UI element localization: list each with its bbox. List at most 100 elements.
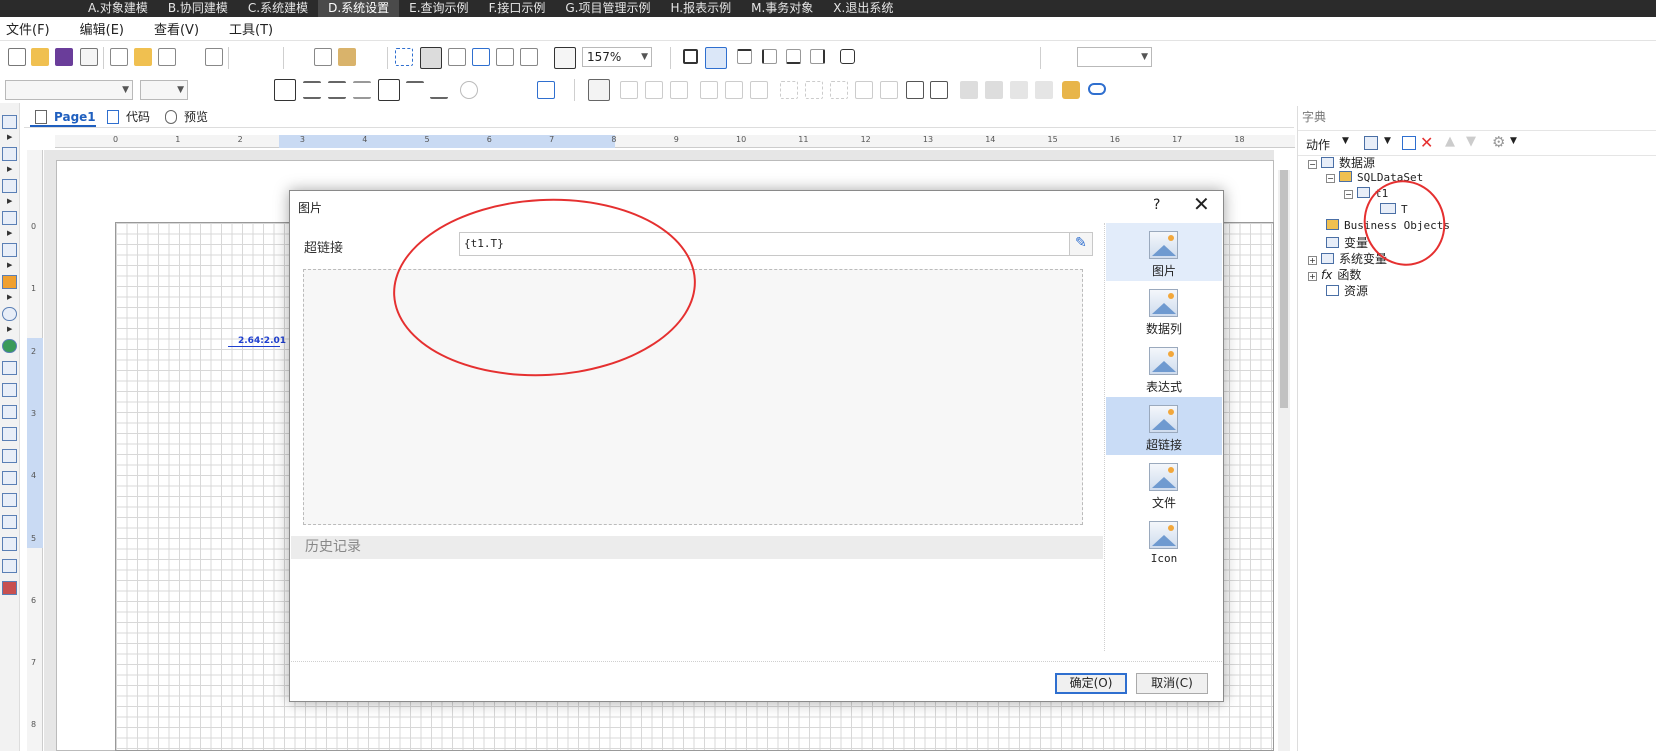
format-icon[interactable] bbox=[537, 81, 555, 99]
same-height-icon[interactable] bbox=[805, 81, 823, 99]
cross-band-icon[interactable] bbox=[2, 147, 17, 161]
save-icon[interactable] bbox=[55, 48, 73, 66]
top-nav-tab-query-examples[interactable]: E.查询示例 bbox=[399, 0, 478, 17]
align-left-icon[interactable] bbox=[274, 79, 296, 101]
sub-report-icon[interactable] bbox=[2, 449, 17, 463]
open-folder-icon[interactable] bbox=[31, 48, 49, 66]
zip-code-icon[interactable] bbox=[2, 537, 17, 551]
align-grid-icon[interactable] bbox=[448, 48, 466, 66]
font-family-select[interactable]: ▼ bbox=[5, 80, 133, 100]
tree-item-datasource[interactable]: − 数据源 bbox=[1308, 154, 1375, 171]
history-header[interactable]: 历史记录 bbox=[291, 536, 1103, 559]
align-lefts-icon[interactable] bbox=[620, 81, 638, 99]
menu-view[interactable]: 查看(V) bbox=[148, 19, 205, 38]
component-icon[interactable] bbox=[906, 81, 924, 99]
top-nav-tab-exit[interactable]: X.退出系统 bbox=[823, 0, 903, 17]
tab-page1[interactable]: Page1 bbox=[30, 107, 96, 127]
align-rights-icon[interactable] bbox=[670, 81, 688, 99]
border-all-icon[interactable] bbox=[683, 49, 698, 64]
new-file-icon[interactable] bbox=[8, 48, 26, 66]
zoom-select[interactable]: 157% ▼ bbox=[582, 47, 652, 67]
gear-icon[interactable]: ⚙ bbox=[1492, 133, 1505, 151]
tree-item-variables[interactable]: 变量 bbox=[1326, 234, 1368, 251]
text-icon[interactable] bbox=[2, 361, 17, 375]
show-grid-icon[interactable] bbox=[420, 47, 442, 69]
move-forward-icon[interactable] bbox=[1010, 81, 1028, 99]
align-centers-icon[interactable] bbox=[645, 81, 663, 99]
border-top-icon[interactable] bbox=[737, 49, 752, 64]
page-icon[interactable] bbox=[158, 48, 176, 66]
source-icon[interactable]: Icon bbox=[1106, 513, 1222, 571]
chart-icon[interactable] bbox=[2, 275, 17, 289]
menu-edit[interactable]: 编辑(E) bbox=[74, 19, 130, 38]
top-nav-tab-project-examples[interactable]: G.项目管理示例 bbox=[555, 0, 660, 17]
font-size-select[interactable]: ▼ bbox=[140, 80, 188, 100]
picture-icon[interactable] bbox=[2, 559, 17, 573]
align-right-icon[interactable] bbox=[328, 81, 346, 99]
order-icon[interactable] bbox=[520, 48, 538, 66]
source-data-column[interactable]: 数据列 bbox=[1106, 281, 1222, 339]
arrow-down-icon[interactable]: ▼ bbox=[1466, 134, 1476, 149]
action-menu[interactable]: 动作 bbox=[1306, 136, 1330, 153]
edit-expression-button[interactable]: ✎ bbox=[1069, 232, 1093, 256]
tree-item-functions[interactable]: + fx 函数 bbox=[1308, 266, 1361, 283]
container-icon[interactable] bbox=[930, 81, 948, 99]
print-preview-icon[interactable] bbox=[80, 48, 98, 66]
edit-icon[interactable] bbox=[1402, 136, 1416, 150]
cancel-button[interactable]: 取消(C) bbox=[1136, 673, 1208, 694]
align-center-icon[interactable] bbox=[303, 81, 321, 99]
help-button[interactable]: ? bbox=[1153, 197, 1160, 213]
arrow-up-icon[interactable]: ▲ bbox=[1445, 134, 1455, 149]
align-top-icon[interactable] bbox=[378, 79, 400, 101]
scrollbar-thumb[interactable] bbox=[1280, 170, 1288, 408]
align-tops-icon[interactable] bbox=[700, 81, 718, 99]
paste-icon[interactable] bbox=[338, 48, 356, 66]
copy-page-icon[interactable] bbox=[205, 48, 223, 66]
align-middles-icon[interactable] bbox=[725, 81, 743, 99]
center-horizontally-icon[interactable] bbox=[855, 81, 873, 99]
top-nav-tab-transaction-objects[interactable]: M.事务对象 bbox=[741, 0, 823, 17]
same-size-icon[interactable] bbox=[830, 81, 848, 99]
panel-icon[interactable] bbox=[2, 179, 17, 193]
top-nav-tab-system-modeling[interactable]: C.系统建模 bbox=[238, 0, 318, 17]
barcode-icon[interactable] bbox=[2, 211, 17, 225]
align-middle-icon[interactable] bbox=[406, 81, 424, 99]
menu-file[interactable]: 文件(F) bbox=[0, 19, 56, 38]
ok-button[interactable]: 确定(O) bbox=[1055, 673, 1127, 694]
source-file[interactable]: 文件 bbox=[1106, 455, 1222, 513]
cross-tab-icon[interactable] bbox=[2, 493, 17, 507]
tree-item-resources[interactable]: 资源 bbox=[1326, 282, 1368, 299]
layout-icon[interactable] bbox=[496, 48, 514, 66]
map-icon[interactable] bbox=[2, 339, 17, 353]
border-outer-icon[interactable] bbox=[705, 47, 727, 69]
top-nav-tab-system-settings[interactable]: D.系统设置 bbox=[318, 0, 400, 17]
page-setup-icon[interactable] bbox=[110, 48, 128, 66]
snap-icon[interactable] bbox=[554, 47, 576, 69]
align-bottoms-icon[interactable] bbox=[750, 81, 768, 99]
image-icon[interactable] bbox=[2, 427, 17, 441]
border-left-icon[interactable] bbox=[762, 49, 777, 64]
center-vertically-icon[interactable] bbox=[880, 81, 898, 99]
top-nav-tab-collab-modeling[interactable]: B.协同建模 bbox=[158, 0, 238, 17]
checkbox-icon[interactable] bbox=[2, 515, 17, 529]
delete-icon[interactable]: ✕ bbox=[1420, 133, 1433, 152]
canvas-scrollbar[interactable] bbox=[1278, 170, 1290, 751]
style-select[interactable]: ▼ bbox=[1077, 47, 1152, 67]
lock-icon[interactable] bbox=[1062, 81, 1080, 99]
text-in-cells-icon[interactable] bbox=[2, 383, 17, 397]
copy-icon[interactable] bbox=[314, 48, 332, 66]
source-expression[interactable]: 表达式 bbox=[1106, 339, 1222, 397]
top-nav-tab-report-examples[interactable]: H.报表示例 bbox=[660, 0, 741, 17]
new-item-icon[interactable] bbox=[1364, 136, 1378, 150]
gauge-icon[interactable] bbox=[2, 307, 17, 321]
tab-code[interactable]: 代码 bbox=[102, 107, 150, 127]
shadow-icon[interactable] bbox=[840, 49, 855, 64]
border-bottom-icon[interactable] bbox=[786, 49, 801, 64]
band-icon[interactable] bbox=[2, 115, 17, 129]
send-to-back-icon[interactable] bbox=[985, 81, 1003, 99]
top-nav-tab-interface-examples[interactable]: F.接口示例 bbox=[479, 0, 556, 17]
headers-icon[interactable] bbox=[472, 48, 490, 66]
bring-to-front-icon[interactable] bbox=[960, 81, 978, 99]
same-width-icon[interactable] bbox=[780, 81, 798, 99]
link-icon[interactable] bbox=[1088, 83, 1106, 95]
